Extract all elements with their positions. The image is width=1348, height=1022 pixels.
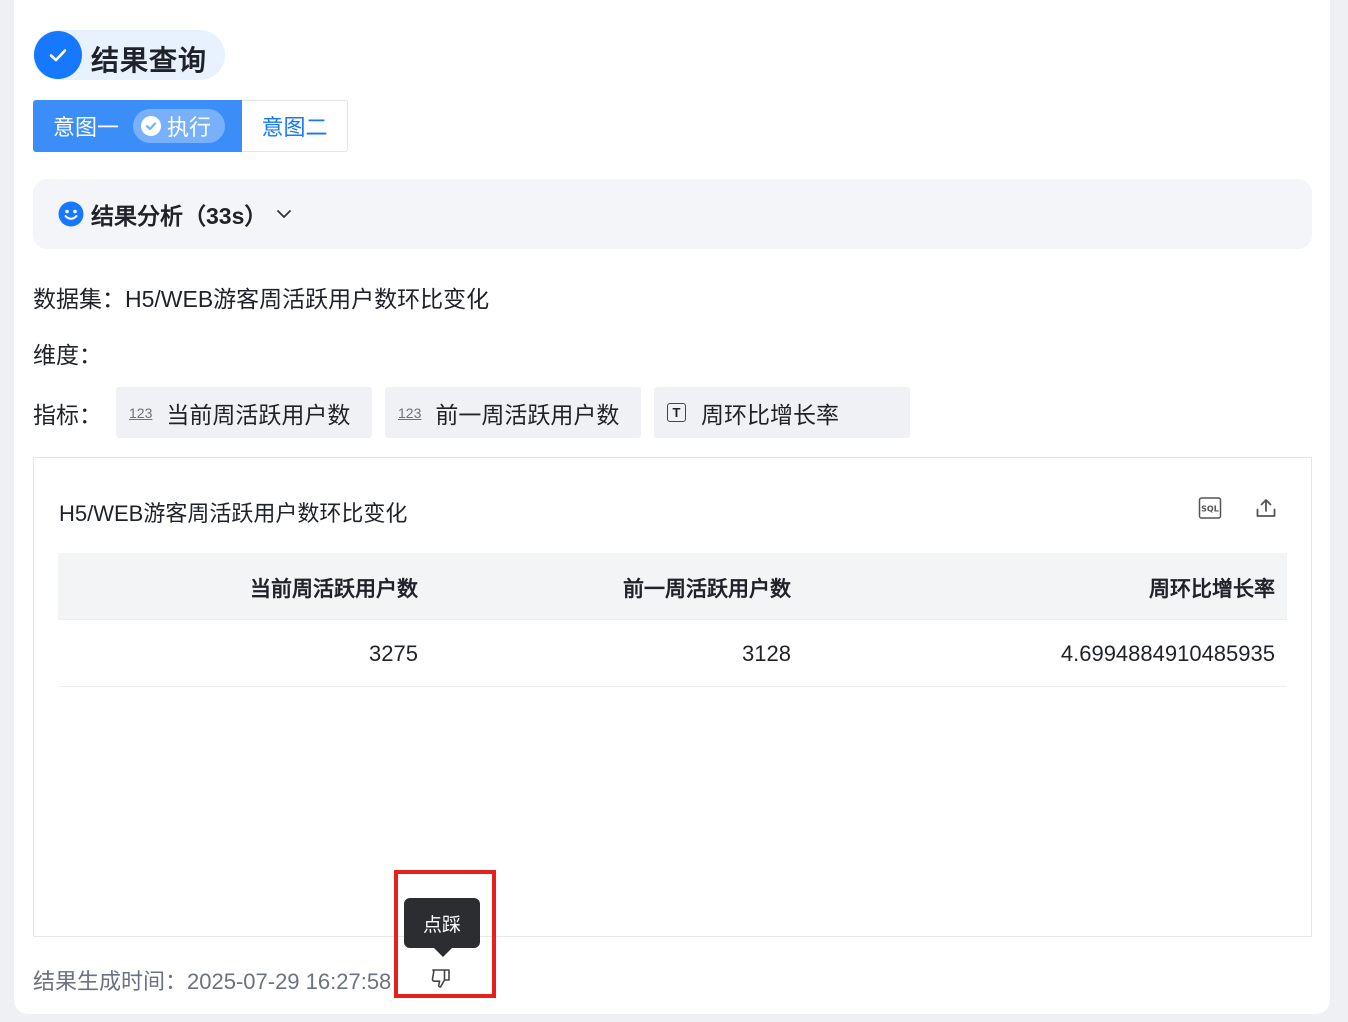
page-title: 结果查询 — [91, 45, 208, 76]
metric-chip: 123 当前周活跃用户数 — [116, 387, 372, 438]
tab-intent-1-label: 意图一 — [53, 115, 120, 140]
metric-chip-label: 周环比增长率 — [701, 401, 839, 428]
generated-time: 结果生成时间：2025-07-29 16:27:58 — [33, 969, 392, 994]
svg-text:SQL: SQL — [1201, 505, 1219, 514]
metric-chip: 123 前一周活跃用户数 — [385, 387, 641, 438]
result-query-header: 结果查询 — [33, 30, 225, 80]
number-type-icon: 123 — [129, 404, 153, 421]
tab-intent-1[interactable]: 意图一 执行 — [33, 100, 242, 152]
metrics-line: 指标： 123 当前周活跃用户数 123 前一周活跃用户数 T 周环比增长率 — [33, 387, 923, 438]
execute-badge: 执行 — [133, 109, 226, 143]
metric-chip: T 周环比增长率 — [654, 387, 910, 438]
intent-tabs: 意图一 执行 意图二 — [33, 100, 348, 152]
dimension-line: 维度： — [33, 336, 102, 370]
export-icon[interactable] — [1254, 496, 1278, 520]
dataset-line: 数据集：H5/WEB游客周活跃用户数环比变化 — [33, 280, 489, 314]
result-table-panel: H5/WEB游客周活跃用户数环比变化 SQL 当前周活跃用户数 前一周活跃用户数… — [33, 457, 1312, 937]
table-header: 当前周活跃用户数 前一周活跃用户数 周环比增长率 — [58, 553, 1287, 619]
smile-icon — [58, 201, 84, 227]
highlight-box — [394, 870, 496, 998]
check-icon — [34, 31, 82, 79]
column-header: 当前周活跃用户数 — [250, 578, 418, 601]
dataset-value: H5/WEB游客周活跃用户数环比变化 — [125, 286, 490, 312]
result-title: H5/WEB游客周活跃用户数环比变化 — [59, 501, 408, 526]
analysis-label: 结果分析（33s） — [91, 203, 268, 229]
execute-badge-label: 执行 — [167, 115, 212, 140]
dimension-label: 维度： — [33, 342, 102, 368]
metrics-label: 指标： — [33, 401, 102, 428]
table-row: 3275 3128 4.6994884910485935 — [58, 619, 1287, 687]
result-analysis-toggle[interactable]: 结果分析（33s） — [33, 179, 1312, 249]
column-header: 周环比增长率 — [1149, 578, 1275, 601]
column-header: 前一周活跃用户数 — [623, 578, 791, 601]
table-cell: 3128 — [742, 641, 791, 666]
dataset-label: 数据集： — [33, 286, 125, 312]
table-cell: 4.6994884910485935 — [1060, 641, 1275, 666]
sql-icon[interactable]: SQL — [1198, 496, 1222, 520]
number-type-icon: 123 — [398, 404, 422, 421]
table-cell: 3275 — [369, 641, 418, 666]
chevron-down-icon — [277, 210, 292, 218]
tab-intent-2[interactable]: 意图二 — [242, 100, 348, 152]
metric-chip-label: 当前周活跃用户数 — [166, 401, 351, 428]
check-circle-icon — [141, 116, 162, 136]
text-type-icon: T — [667, 403, 686, 422]
metric-chip-label: 前一周活跃用户数 — [435, 401, 620, 428]
